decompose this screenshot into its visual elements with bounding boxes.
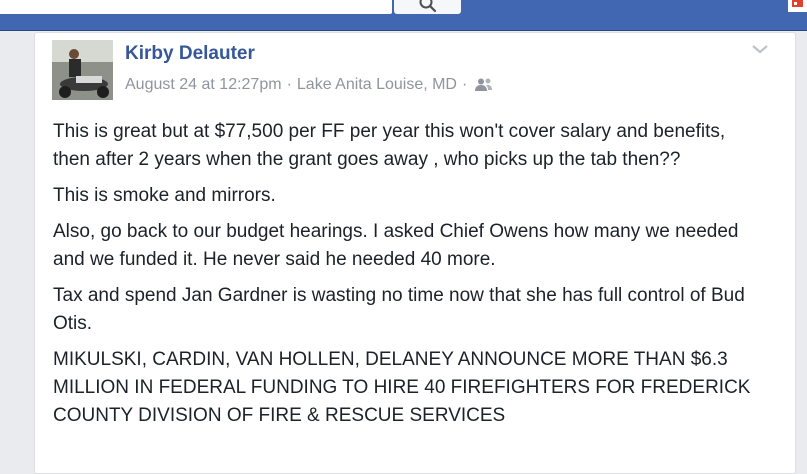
post-paragraph: This is great but at $77,500 per FF per … <box>53 121 726 170</box>
search-icon <box>419 0 437 13</box>
profile-photo-icon <box>52 40 113 100</box>
search-input[interactable] <box>0 0 392 14</box>
chevron-down-icon[interactable] <box>751 43 769 55</box>
avatar[interactable] <box>52 40 113 100</box>
post-paragraph: MIKULSKI, CARDIN, VAN HOLLEN, DELANEY AN… <box>53 349 751 426</box>
post-paragraph: Tax and spend Jan Gardner is wasting no … <box>53 285 745 334</box>
friends-icon[interactable] <box>474 77 494 93</box>
meta-separator: · <box>461 76 468 93</box>
notification-flag-icon[interactable] <box>788 0 807 12</box>
top-navigation-bar <box>0 0 807 31</box>
post-card: Kirby Delauter August 24 at 12:27pm · La… <box>34 32 796 474</box>
post-paragraph: This is smoke and mirrors. <box>53 185 276 206</box>
search-button[interactable] <box>394 0 461 14</box>
author-name-link[interactable]: Kirby Delauter <box>125 43 255 65</box>
post-meta: August 24 at 12:27pm · Lake Anita Louise… <box>125 74 494 96</box>
post-timestamp-link[interactable]: August 24 at 12:27pm <box>125 76 282 94</box>
post-location-link[interactable]: Lake Anita Louise, MD <box>297 76 457 94</box>
post-paragraph: Also, go back to our budget hearings. I … <box>53 221 739 270</box>
post-body: This is great but at $77,500 per FF per … <box>53 118 765 438</box>
meta-separator: · <box>286 76 292 93</box>
